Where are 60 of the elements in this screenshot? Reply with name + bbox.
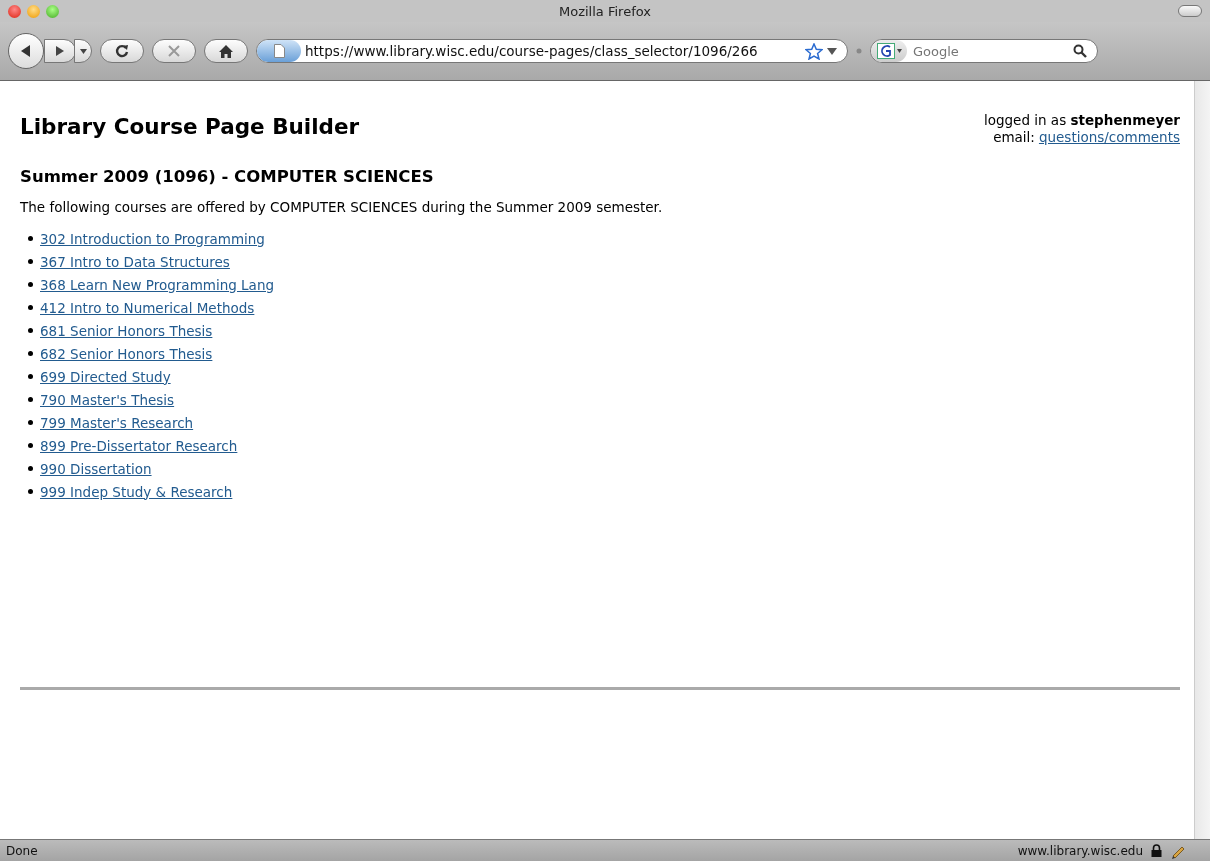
search-engine-button[interactable] (871, 40, 907, 62)
star-icon[interactable] (805, 42, 823, 60)
course-link[interactable]: 790 Master's Thesis (40, 389, 175, 410)
stop-icon (168, 45, 180, 57)
home-button[interactable] (204, 39, 248, 63)
reload-button[interactable] (100, 39, 144, 63)
bullet-icon (28, 374, 33, 379)
course-link[interactable]: 899 Pre-Dissertator Research (40, 435, 238, 456)
semester-heading: Summer 2009 (1096) - COMPUTER SCIENCES (20, 167, 435, 186)
host-text: www.library.wisc.edu (1017, 843, 1143, 858)
course-link[interactable]: 681 Senior Honors Thesis (40, 320, 213, 341)
bullet-icon (28, 351, 33, 356)
page-title: Library Course Page Builder (20, 114, 360, 139)
email-link[interactable]: questions/comments (1038, 129, 1180, 146)
reload-icon (115, 44, 129, 58)
caret-icon (896, 49, 902, 53)
back-arrow-icon (19, 44, 33, 58)
bullet-icon (28, 236, 33, 241)
bullet-icon (28, 397, 33, 402)
bullet-icon (28, 328, 33, 333)
course-link[interactable]: 990 Dissertation (40, 458, 152, 479)
bullet-icon (28, 466, 33, 471)
forward-arrow-icon (55, 45, 65, 57)
bullet-icon (28, 489, 33, 494)
course-link[interactable]: 799 Master's Research (40, 412, 194, 433)
email-label: email: (993, 129, 1035, 146)
toolbar-toggle-button[interactable] (1178, 5, 1202, 17)
dot-icon (856, 48, 862, 54)
caret-icon (79, 48, 87, 54)
course-link[interactable]: 999 Indep Study & Research (40, 481, 233, 502)
window-title: Mozilla Firefox (559, 3, 651, 19)
stop-button[interactable] (152, 39, 196, 63)
back-button[interactable] (8, 33, 44, 69)
course-link[interactable]: 367 Intro to Data Structures (40, 251, 230, 272)
intro-text: The following courses are offered by COMPUTER SCIENCES during the Summer 2009 semester. (20, 199, 664, 215)
page-icon (273, 44, 285, 58)
home-icon (219, 44, 233, 58)
bullet-icon (28, 259, 33, 264)
caret-icon[interactable] (827, 47, 837, 55)
address-bar[interactable]: https://www.library.wisc.edu/course-pages/class_selector/1096/266 (256, 39, 848, 63)
course-link[interactable]: 682 Senior Honors Thesis (40, 343, 213, 364)
site-identity-button[interactable] (257, 40, 301, 62)
course-link[interactable]: 368 Learn New Programming Lang (40, 274, 274, 295)
bullet-icon (28, 305, 33, 310)
course-link[interactable]: 699 Directed Study (40, 366, 171, 387)
url-text: https://www.library.wisc.edu/course-pages/class_selector/1096/266 (305, 43, 759, 59)
status-text: Done (6, 843, 38, 858)
bullet-icon (28, 282, 33, 287)
lock-icon[interactable] (1151, 844, 1162, 857)
search-bar[interactable]: Google (870, 39, 1098, 63)
forward-button[interactable] (44, 39, 76, 63)
search-icon[interactable] (1073, 44, 1087, 58)
login-status: logged in as stephenmeyer (983, 112, 1180, 128)
course-link[interactable]: 412 Intro to Numerical Methods (40, 297, 255, 318)
course-link[interactable]: 302 Introduction to Programming (40, 228, 265, 249)
bullet-icon (28, 420, 33, 425)
engine-icon (876, 43, 895, 59)
search-field[interactable]: Google (907, 42, 1073, 60)
history-dropdown-button[interactable] (74, 39, 92, 63)
bullet-icon (28, 443, 33, 448)
